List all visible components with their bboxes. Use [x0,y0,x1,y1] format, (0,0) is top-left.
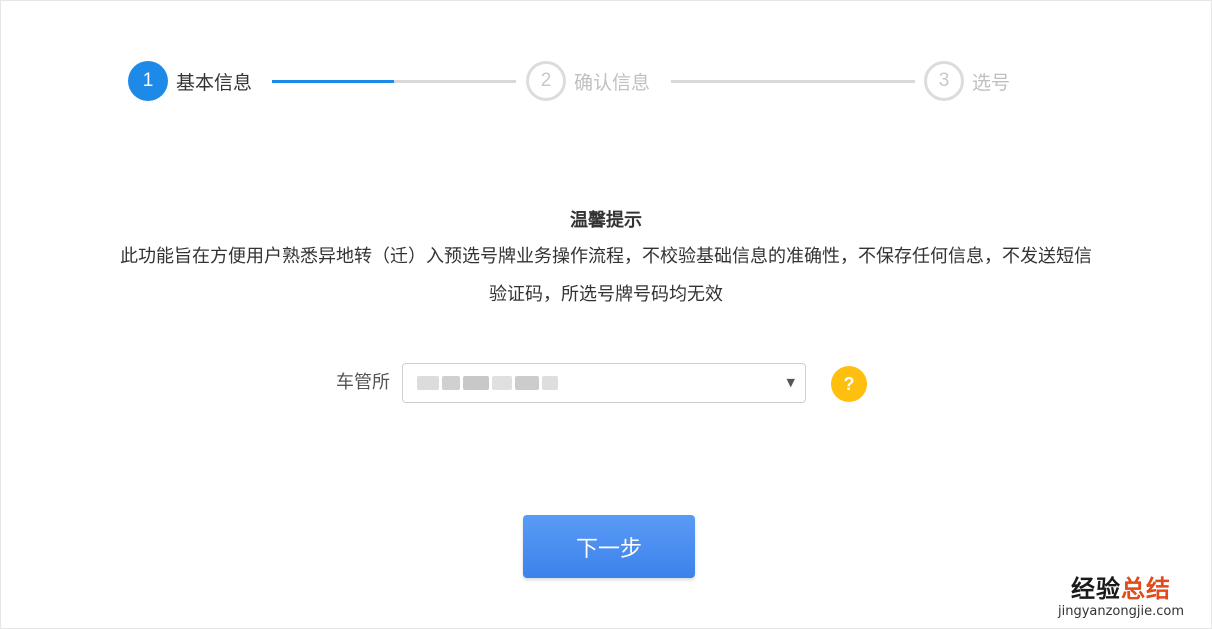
next-step-button[interactable]: 下一步 [523,515,695,578]
office-select-value-redacted [417,372,587,394]
redacted-text-block [515,376,539,390]
watermark-url: jingyanzongjie.com [1057,604,1184,619]
office-label: 车管所 [336,372,390,393]
redacted-text-block [417,376,439,390]
step-connector-1-progress [272,80,394,83]
tips-line-2: 验证码，所选号牌号码均无效 [489,284,723,305]
redacted-text-block [463,376,489,390]
office-form-row: 车管所 ▼ ? [0,362,1212,404]
step-number-circle: 2 [526,61,566,101]
office-select[interactable]: ▼ [402,363,806,403]
step-number-circle: 1 [128,61,168,101]
step-label: 确认信息 [574,71,651,94]
tips-body: 此功能旨在方便用户熟悉异地转（迁）入预选号牌业务操作流程，不校验基础信息的准确性… [46,238,1166,314]
tips-line-1: 此功能旨在方便用户熟悉异地转（迁）入预选号牌业务操作流程，不校验基础信息的准确性… [120,246,1092,267]
step-connector-2 [671,80,915,83]
step-number-circle: 3 [924,61,964,101]
redacted-text-block [442,376,460,390]
watermark-logo: 经验总结 jingyanzongjie.com [1046,575,1196,621]
step-select-number: 3 选号 [924,61,1010,101]
redacted-text-block [492,376,512,390]
step-basic-info: 1 基本信息 [128,61,252,101]
step-confirm-info: 2 确认信息 [526,61,650,101]
progress-stepper: 1 基本信息 2 确认信息 3 选号 [0,0,1212,160]
watermark-brand: 经验总结 [1071,575,1171,603]
step-label: 选号 [972,71,1011,94]
help-icon[interactable]: ? [831,366,867,402]
redacted-text-block [542,376,558,390]
step-connector-1 [272,80,516,83]
triangle-down-icon: ▼ [786,376,795,389]
step-label: 基本信息 [176,71,253,94]
tips-title: 温馨提示 [570,210,642,231]
